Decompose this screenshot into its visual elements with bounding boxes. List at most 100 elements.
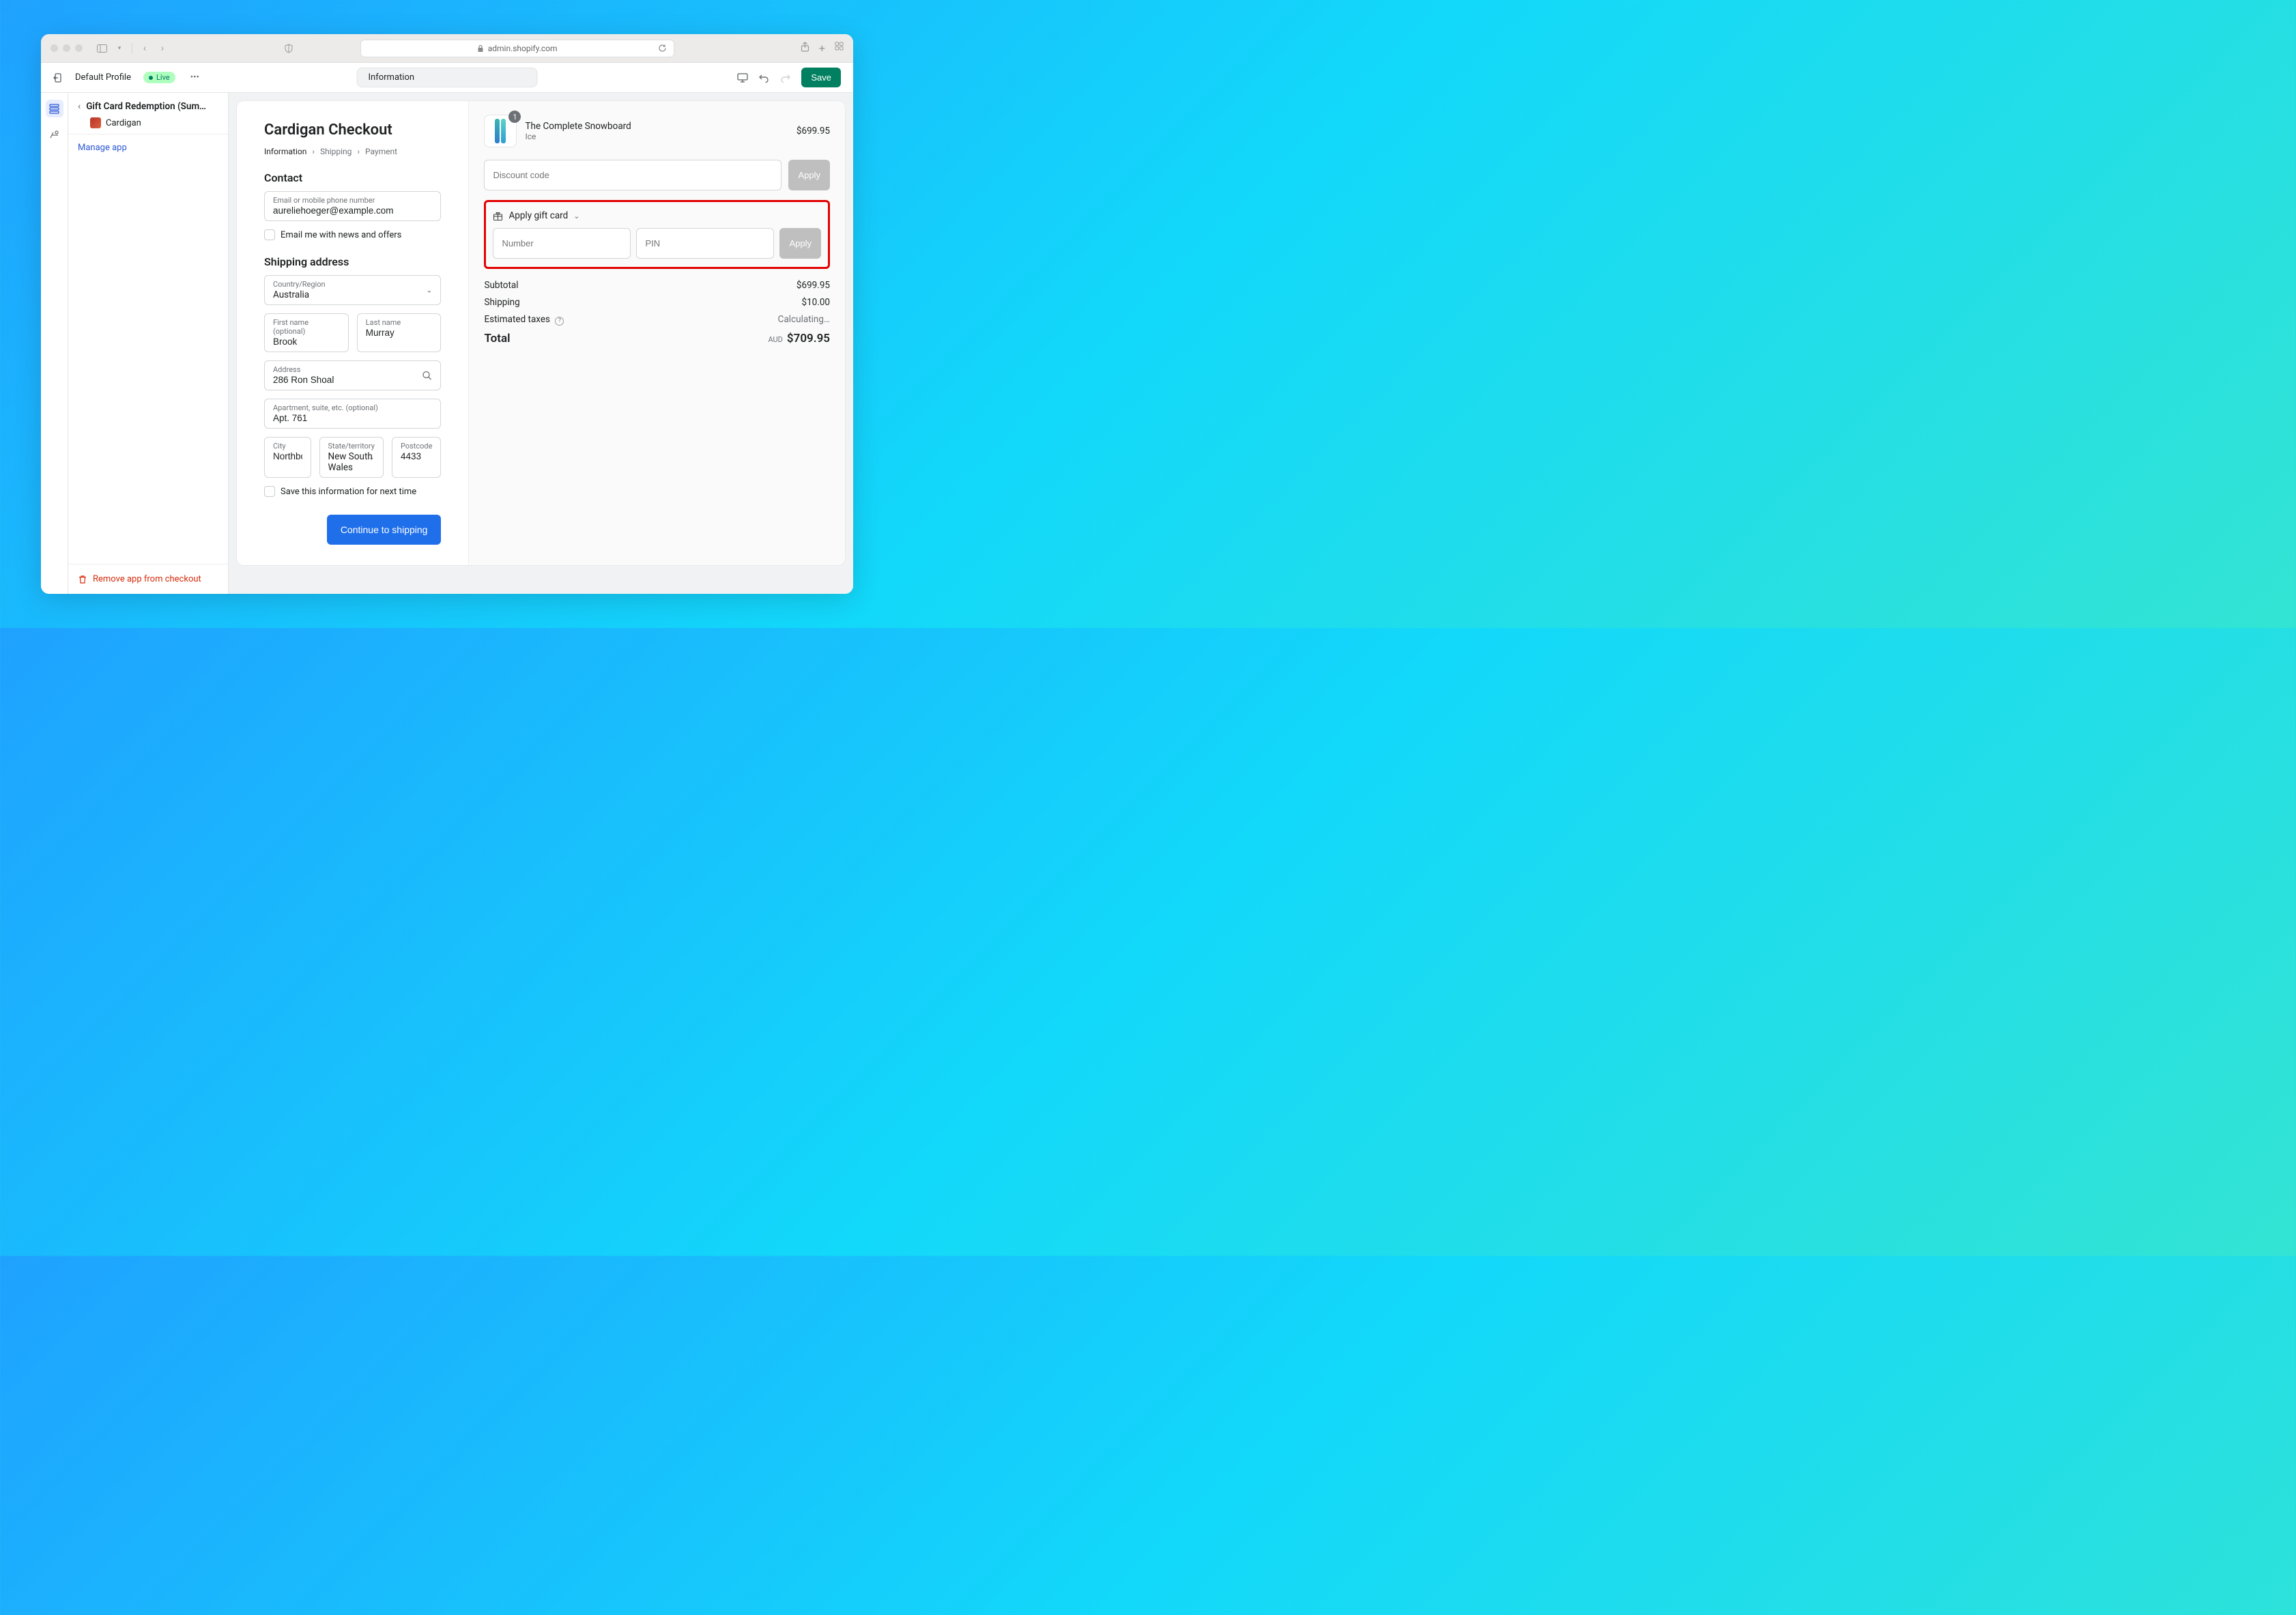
exit-editor-icon[interactable]	[53, 72, 64, 83]
manage-app-link[interactable]: Manage app	[68, 134, 228, 161]
live-badge: Live	[143, 72, 175, 83]
new-tab-icon[interactable]: +	[819, 42, 825, 55]
nav-back-icon[interactable]: ‹	[139, 43, 150, 54]
remove-app-button[interactable]: Remove app from checkout	[68, 564, 228, 594]
tax-value: Calculating…	[778, 314, 830, 326]
breadcrumb: Information › Shipping › Payment	[264, 147, 441, 156]
subtotal-value: $699.95	[797, 280, 830, 291]
crumb-payment: Payment	[365, 147, 397, 156]
email-input[interactable]	[273, 205, 432, 216]
app-name: Cardigan	[106, 118, 141, 128]
gift-number-input[interactable]	[493, 228, 631, 259]
trash-icon	[78, 575, 87, 584]
checkout-title: Cardigan Checkout	[264, 122, 441, 139]
help-icon[interactable]: ?	[555, 317, 564, 326]
last-name-field[interactable]: Last name	[357, 313, 442, 352]
save-button[interactable]: Save	[801, 68, 841, 87]
step-selector[interactable]: Information	[357, 68, 538, 87]
total-label: Total	[484, 332, 510, 345]
save-info-checkbox[interactable]	[264, 486, 275, 497]
discount-apply-button[interactable]: Apply	[788, 160, 830, 190]
section-title: Gift Card Redemption (Sum…	[86, 101, 206, 112]
chevron-down-icon: ⌄	[426, 286, 432, 295]
continue-button[interactable]: Continue to shipping	[327, 515, 442, 545]
nav-forward-icon[interactable]: ›	[157, 43, 168, 54]
save-info-label: Save this information for next time	[281, 487, 416, 497]
zoom-dot[interactable]	[75, 44, 83, 52]
shipping-value: $10.00	[802, 297, 831, 308]
lock-icon	[477, 44, 484, 53]
product-thumbnail: 1	[484, 115, 517, 147]
more-menu-icon[interactable]: •••	[190, 72, 199, 83]
cart-item: 1 The Complete Snowboard Ice $699.95	[484, 115, 830, 147]
chevron-right-icon: ›	[357, 147, 360, 156]
chevron-down-icon[interactable]: ⌄	[573, 212, 579, 220]
checkout-main: Cardigan Checkout Information › Shipping…	[237, 101, 469, 565]
address-input[interactable]	[273, 374, 432, 385]
product-variant: Ice	[525, 132, 788, 141]
sidebar-toggle-icon[interactable]	[96, 44, 107, 53]
preview-canvas: Cardigan Checkout Information › Shipping…	[229, 93, 853, 594]
contact-heading: Contact	[264, 171, 441, 184]
address-bar[interactable]: admin.shopify.com	[360, 40, 674, 57]
apartment-input[interactable]	[273, 412, 432, 423]
state-select[interactable]: State/territory New South Wales ⌄	[319, 437, 384, 478]
close-dot[interactable]	[51, 44, 58, 52]
share-icon[interactable]	[801, 42, 809, 55]
editor-rail	[41, 93, 68, 594]
news-optin-label: Email me with news and offers	[281, 230, 401, 240]
refresh-icon[interactable]	[658, 44, 667, 53]
discount-input[interactable]	[484, 160, 781, 190]
city-input[interactable]	[273, 451, 302, 461]
line-price: $699.95	[797, 126, 830, 137]
crumb-information[interactable]: Information	[264, 147, 306, 156]
chevron-down-icon: ⌄	[369, 453, 375, 462]
browser-window: ▾ ‹ › admin.shopify.com +	[41, 34, 853, 594]
product-name: The Complete Snowboard	[525, 121, 788, 132]
tab-grid-icon[interactable]	[835, 42, 844, 55]
city-field[interactable]: City	[264, 437, 311, 478]
app-topbar: Default Profile Live ••• Information Sav…	[41, 63, 853, 93]
redo-icon	[780, 73, 790, 83]
crumb-shipping: Shipping	[320, 147, 351, 156]
postcode-input[interactable]	[401, 451, 433, 461]
quantity-badge: 1	[508, 111, 521, 123]
chevron-down-icon[interactable]: ▾	[114, 45, 125, 52]
url-text: admin.shopify.com	[488, 44, 558, 53]
apartment-field[interactable]: Apartment, suite, etc. (optional)	[264, 399, 441, 429]
profile-name: Default Profile	[75, 72, 131, 83]
minimize-dot[interactable]	[63, 44, 70, 52]
privacy-shield-icon[interactable]	[284, 44, 293, 53]
search-icon[interactable]	[422, 371, 432, 381]
window-controls[interactable]	[51, 44, 83, 52]
gift-card-block: Apply gift card ⌄ Apply	[484, 200, 830, 269]
gift-pin-input[interactable]	[636, 228, 774, 259]
gift-card-heading: Apply gift card	[508, 210, 568, 221]
total-value: AUD$709.95	[768, 332, 830, 345]
rail-sections-icon[interactable]	[46, 100, 63, 117]
shipping-heading: Shipping address	[264, 255, 441, 268]
undo-icon[interactable]	[759, 73, 769, 83]
back-icon[interactable]: ‹	[78, 101, 81, 112]
gift-icon	[493, 211, 503, 221]
email-field[interactable]: Email or mobile phone number	[264, 191, 441, 221]
order-summary: 1 The Complete Snowboard Ice $699.95 App…	[469, 101, 845, 565]
first-name-input[interactable]	[273, 336, 340, 347]
postcode-field[interactable]: Postcode	[392, 437, 442, 478]
tax-label: Estimated taxes ?	[484, 314, 564, 326]
editor-sidebar: ‹ Gift Card Redemption (Sum… Cardigan Ma…	[68, 93, 229, 594]
rail-settings-icon[interactable]	[46, 126, 63, 143]
news-optin-checkbox[interactable]	[264, 229, 275, 240]
gift-apply-button[interactable]: Apply	[779, 228, 821, 259]
app-logo-icon	[90, 117, 101, 128]
address-field[interactable]: Address	[264, 360, 441, 390]
shipping-label: Shipping	[484, 297, 519, 308]
device-preview-icon[interactable]	[737, 73, 748, 83]
checkout-frame: Cardigan Checkout Information › Shipping…	[237, 101, 845, 565]
subtotal-label: Subtotal	[484, 280, 518, 291]
last-name-input[interactable]	[366, 327, 433, 338]
country-select[interactable]: Country/Region Australia ⌄	[264, 275, 441, 305]
browser-chrome: ▾ ‹ › admin.shopify.com +	[41, 34, 853, 63]
chevron-right-icon: ›	[312, 147, 315, 156]
first-name-field[interactable]: First name (optional)	[264, 313, 349, 352]
